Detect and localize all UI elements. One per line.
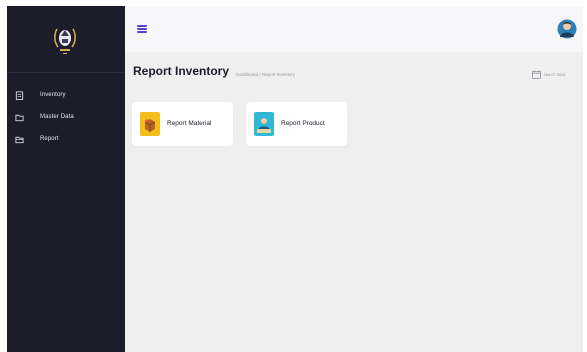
date-text: Oct 07 2021 [544,72,566,77]
sidebar-item-label: Master Data [40,114,74,120]
card-label: Report Product [281,120,325,127]
report-material-card[interactable]: Report Material [132,102,233,146]
document-icon [15,136,24,143]
app-window: Inventory Master Data Report [7,6,583,352]
emblem-logo-icon [54,28,76,54]
card-label: Report Material [167,120,212,127]
breadcrumb-home-link[interactable]: Dashboard [236,72,258,77]
product-icon [254,112,274,136]
sidebar-item-master-data[interactable]: Master Data [7,106,125,128]
sidebar: Inventory Master Data Report [7,6,125,352]
date-display: Oct 07 2021 [532,70,566,79]
breadcrumb: Dashboard / Report Inventory [236,72,295,77]
sidebar-item-label: Inventory [40,92,66,98]
calendar-icon [532,70,541,79]
breadcrumb-current: Report Inventory [261,72,296,77]
sidebar-item-inventory[interactable]: Inventory [7,84,125,106]
sidebar-item-report[interactable]: Report [7,128,125,150]
sidebar-nav: Inventory Master Data Report [7,84,125,150]
report-product-card[interactable]: Report Product [246,102,347,146]
user-avatar-icon[interactable] [557,18,577,40]
box-icon [140,112,160,136]
breadcrumb-separator: / [259,72,261,77]
folder-icon [15,114,24,121]
top-bar [125,6,583,52]
hamburger-menu-icon[interactable] [137,25,147,33]
clipboard-icon [15,90,24,100]
page-title: Report Inventory [133,64,230,78]
sidebar-item-label: Report [40,136,59,142]
sidebar-divider [7,72,125,73]
